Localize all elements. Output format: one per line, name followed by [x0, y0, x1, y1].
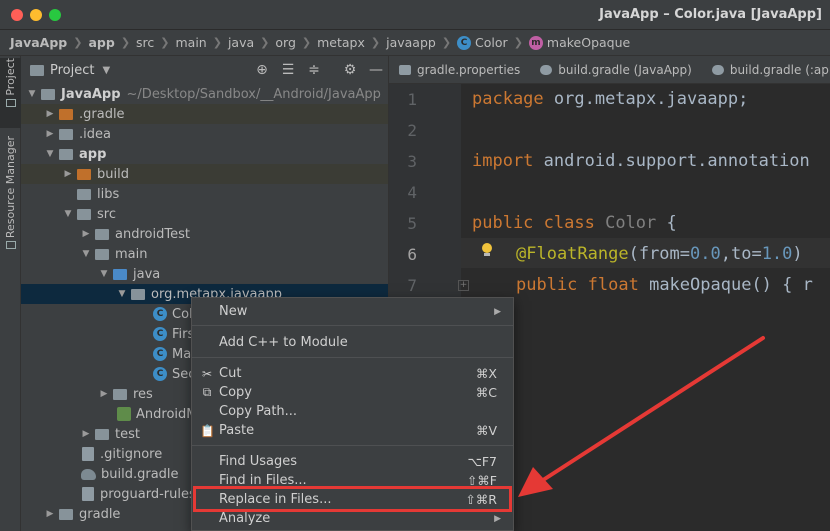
menu-item-cut[interactable]: ✂ Cut ⌘X — [192, 364, 513, 383]
tree-node[interactable]: ▶ build — [21, 164, 388, 184]
breadcrumb-item[interactable]: src — [136, 35, 154, 50]
expand-all-icon[interactable]: ≑ — [301, 62, 327, 78]
breadcrumb-item[interactable]: C Color — [457, 35, 508, 50]
fold-icon[interactable]: + — [458, 280, 469, 291]
method-icon: m — [528, 35, 543, 50]
tab-gradle-properties[interactable]: gradle.properties — [389, 56, 530, 83]
title-bar: JavaApp – Color.java [JavaApp] — [0, 0, 830, 30]
lightbulb-icon[interactable] — [481, 243, 493, 257]
menu-separator — [192, 325, 513, 326]
submenu-arrow-icon: ▶ — [494, 306, 501, 317]
tree-node[interactable]: ▼ java — [21, 264, 388, 284]
class-icon: C — [153, 367, 167, 381]
hide-icon[interactable]: — — [363, 62, 388, 78]
class-icon: C — [153, 307, 167, 321]
tree-node[interactable]: ▼ app — [21, 144, 388, 164]
project-panel-header: Project ▼ ⊕ ☰ ≑ ⚙ — — [21, 56, 388, 84]
gradle-icon — [711, 64, 724, 75]
tree-node[interactable]: ▼ JavaApp ~/Desktop/Sandbox/__Android/Java… — [21, 84, 388, 104]
tab-build-gradle-app[interactable]: build.gradle (:app) — [702, 56, 830, 83]
project-tool-tab[interactable]: Project — [0, 58, 21, 128]
menu-item-add-cpp[interactable]: Add C++ to Module — [192, 333, 513, 352]
tree-node[interactable]: libs — [21, 184, 388, 204]
breadcrumb-item[interactable]: JavaApp — [10, 35, 67, 50]
code-line[interactable]: package org.metapx.javaapp; — [472, 89, 748, 109]
class-icon: C — [457, 35, 472, 50]
breadcrumb-item[interactable]: main — [176, 35, 207, 50]
breadcrumb-item[interactable]: org — [275, 35, 296, 50]
menu-item-new[interactable]: New ▶ — [192, 302, 513, 321]
properties-file-icon — [399, 64, 411, 75]
tree-node[interactable]: ▼ main — [21, 244, 388, 264]
editor-tabs: gradle.properties build.gradle (JavaApp)… — [389, 56, 830, 84]
paste-icon: 📋 — [200, 423, 215, 438]
window-title: JavaApp – Color.java [JavaApp] — [599, 7, 822, 22]
class-icon: C — [153, 327, 167, 341]
locate-icon[interactable]: ⊕ — [249, 62, 275, 78]
code-line[interactable]: public float makeOpaque() { r — [516, 275, 813, 295]
code-line[interactable]: public class Color { — [472, 213, 677, 233]
class-icon: C — [153, 347, 167, 361]
menu-item-paste[interactable]: 📋 Paste ⌘V — [192, 421, 513, 440]
minimize-window-button[interactable] — [30, 9, 42, 21]
close-window-button[interactable] — [11, 9, 23, 21]
menu-item-copy[interactable]: ⧉ Copy ⌘C — [192, 383, 513, 402]
menu-item-copy-path[interactable]: Copy Path... — [192, 402, 513, 421]
xml-file-icon — [117, 407, 131, 421]
code-line[interactable]: import android.support.annotation — [472, 151, 810, 171]
resource-manager-tool-tab[interactable]: Resource Manager — [0, 136, 21, 256]
menu-separator — [192, 357, 513, 358]
gradle-icon — [540, 64, 553, 75]
submenu-arrow-icon: ▶ — [494, 513, 501, 524]
project-view-selector[interactable]: Project — [50, 63, 94, 78]
breadcrumb-item[interactable]: m makeOpaque — [528, 35, 630, 50]
breadcrumb-item[interactable]: metapx — [317, 35, 365, 50]
breadcrumb-item[interactable]: app — [88, 35, 114, 50]
tree-node[interactable]: ▼ src — [21, 204, 388, 224]
tab-build-gradle-project[interactable]: build.gradle (JavaApp) — [530, 56, 702, 83]
collapse-all-icon[interactable]: ☰ — [275, 62, 301, 78]
breadcrumb-item[interactable]: javaapp — [386, 35, 436, 50]
copy-icon: ⧉ — [202, 385, 212, 399]
folder-icon — [5, 98, 16, 107]
resources-icon — [5, 241, 16, 250]
menu-separator — [192, 445, 513, 446]
gear-icon[interactable]: ⚙ — [337, 62, 363, 78]
tree-node[interactable]: ▶ .idea — [21, 124, 388, 144]
project-view-icon — [30, 64, 44, 76]
breadcrumb-item[interactable]: java — [228, 35, 254, 50]
gradle-icon — [81, 468, 96, 480]
file-icon — [82, 447, 94, 461]
breadcrumb: JavaApp ❯ app ❯ src ❯ main ❯ java ❯ org ❯ meta… — [0, 30, 830, 56]
code-line[interactable]: @FloatRange(from=0.0,to=1.0) — [516, 244, 803, 264]
zoom-window-button[interactable] — [49, 9, 61, 21]
tool-window-strip: Project Resource Manager — [0, 56, 21, 531]
highlight-box — [193, 486, 512, 512]
menu-item-find-usages[interactable]: Find Usages ⌥F7 — [192, 452, 513, 471]
file-icon — [82, 487, 94, 501]
tree-node[interactable]: ▶ androidTest — [21, 224, 388, 244]
tree-node[interactable]: ▶ .gradle — [21, 104, 388, 124]
scissors-icon: ✂ — [201, 366, 213, 381]
chevron-down-icon[interactable]: ▼ — [102, 65, 110, 76]
